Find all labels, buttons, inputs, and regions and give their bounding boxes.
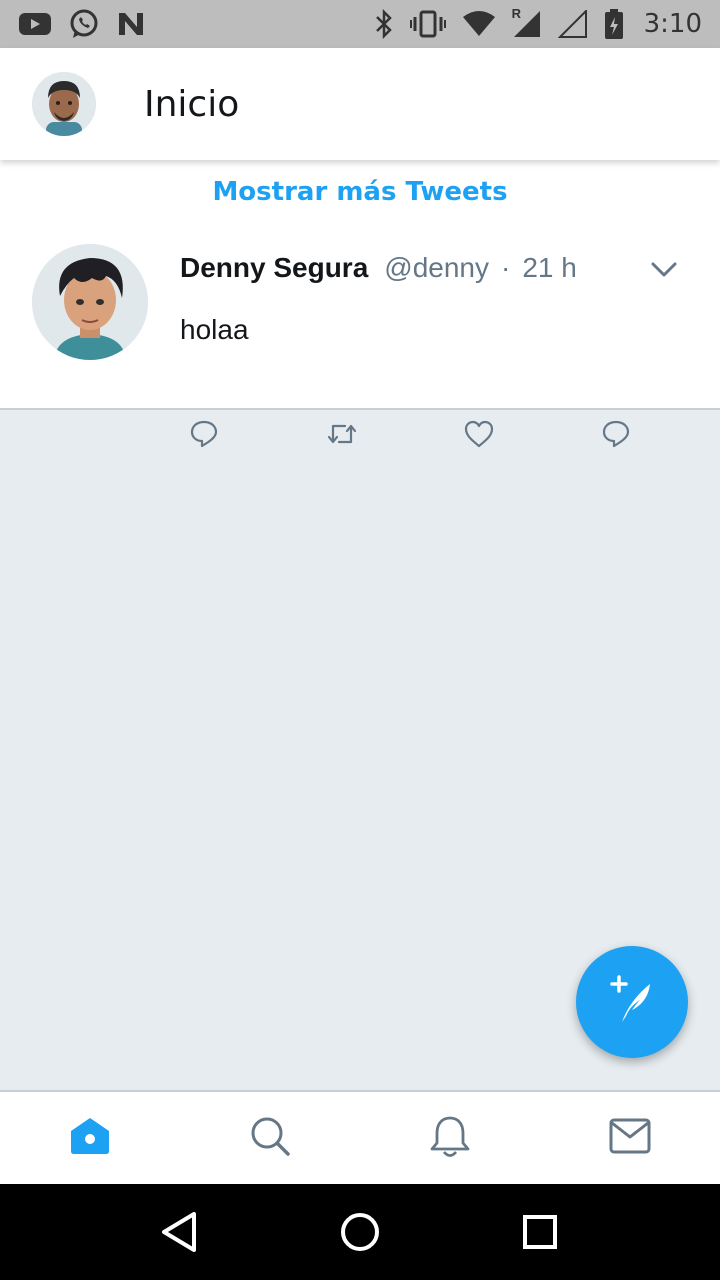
- chevron-down-icon[interactable]: [648, 258, 680, 282]
- timeline: Mostrar más Tweets Denny Segura @denny ·…: [0, 160, 720, 448]
- recents-icon[interactable]: [510, 1202, 570, 1262]
- home-icon: [67, 1115, 113, 1162]
- tweet-separator: ·: [501, 252, 511, 283]
- page-title: Inicio: [144, 83, 240, 125]
- tab-home[interactable]: [0, 1092, 180, 1184]
- app-header: Inicio: [0, 48, 720, 160]
- tab-notifications[interactable]: [360, 1092, 540, 1184]
- status-left-icons: [18, 8, 146, 40]
- message-icon[interactable]: [598, 416, 634, 452]
- status-bar: R 3:10: [0, 0, 720, 48]
- retweet-icon[interactable]: [324, 416, 360, 452]
- bottom-tab-bar: [0, 1090, 720, 1184]
- tweet-header: Denny Segura @denny · 21 h: [180, 252, 577, 284]
- clock: 3:10: [643, 9, 702, 39]
- tweet-timestamp: 21 h: [522, 252, 577, 283]
- roaming-label: R: [511, 6, 521, 21]
- tweet[interactable]: Denny Segura @denny · 21 h holaa: [0, 224, 720, 448]
- show-more-tweets-link[interactable]: Mostrar más Tweets: [0, 160, 720, 224]
- signal-icon: R: [512, 6, 542, 38]
- wifi-icon: [462, 11, 496, 37]
- tweet-author-handle: @denny: [384, 252, 489, 283]
- youtube-icon: [18, 11, 52, 37]
- compose-tweet-button[interactable]: [576, 946, 688, 1058]
- tweet-author-avatar[interactable]: [32, 244, 148, 360]
- bluetooth-icon: [374, 9, 394, 39]
- like-icon[interactable]: [461, 416, 497, 452]
- signal-empty-icon: [557, 10, 588, 38]
- tab-messages[interactable]: [540, 1092, 720, 1184]
- profile-avatar[interactable]: [32, 72, 96, 136]
- compose-tweet-icon: [604, 972, 660, 1033]
- android-nav-bar: [0, 1184, 720, 1280]
- status-right-icons: R 3:10: [374, 6, 702, 40]
- whatsapp-icon: [68, 8, 100, 40]
- tweet-text: holaa: [180, 314, 249, 345]
- search-icon: [248, 1114, 292, 1163]
- messages-icon: [608, 1117, 652, 1160]
- home-circle-icon[interactable]: [330, 1202, 390, 1262]
- battery-icon: [604, 8, 624, 40]
- notifications-icon: [429, 1114, 471, 1163]
- tab-search[interactable]: [180, 1092, 360, 1184]
- vibrate-icon: [409, 10, 446, 38]
- n-app-icon: [116, 10, 146, 38]
- back-icon[interactable]: [150, 1202, 210, 1262]
- tweet-author-name[interactable]: Denny Segura: [180, 252, 368, 284]
- reply-icon[interactable]: [186, 416, 222, 452]
